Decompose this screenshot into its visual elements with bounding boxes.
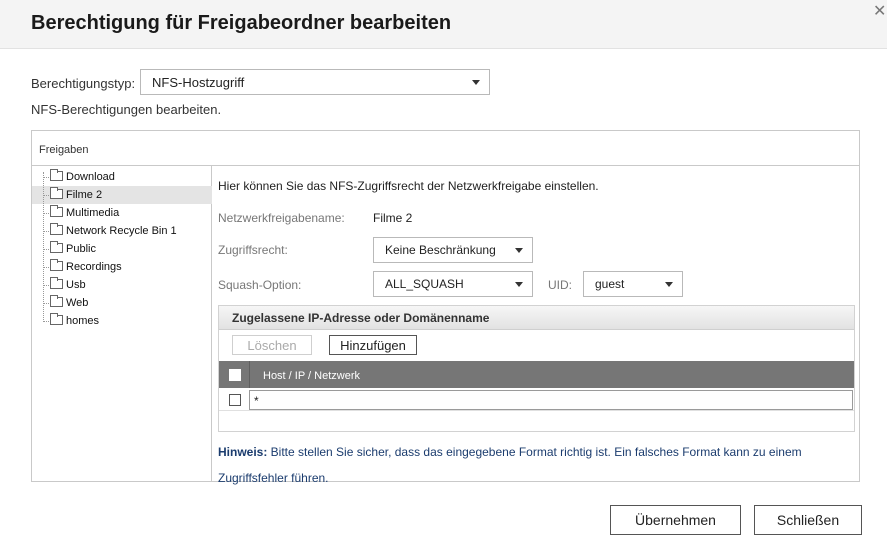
- tree-item-label: homes: [66, 315, 100, 327]
- apply-button[interactable]: Übernehmen: [610, 505, 741, 535]
- tree-item-homes[interactable]: homes: [32, 312, 212, 330]
- tree-item-filme-2[interactable]: Filme 2: [32, 186, 212, 204]
- detail-intro: Hier können Sie das NFS-Zugriffsrecht de…: [218, 179, 599, 193]
- dialog-title: Berechtigung für Freigabeordner bearbeit…: [31, 12, 452, 34]
- delete-button[interactable]: Löschen: [232, 335, 312, 355]
- tree-item-usb[interactable]: Usb: [32, 276, 212, 294]
- tree-item-download[interactable]: Download: [32, 168, 212, 186]
- folder-icon: [50, 259, 63, 271]
- add-button[interactable]: Hinzufügen: [329, 335, 417, 355]
- tree-item-label: Download: [66, 171, 115, 183]
- ip-table-header: Host / IP / Netzwerk: [219, 361, 854, 388]
- hint-prefix: Hinweis:: [218, 445, 268, 459]
- tree-item-label: Network Recycle Bin 1: [66, 225, 177, 237]
- chevron-down-icon: [665, 282, 673, 287]
- tree-item-multimedia[interactable]: Multimedia: [32, 204, 212, 222]
- ip-section-header: Zugelassene IP-Adresse oder Domänenname: [219, 306, 854, 330]
- chevron-down-icon: [515, 248, 523, 253]
- tree-connector: [43, 172, 44, 320]
- column-divider: [249, 361, 250, 388]
- folder-icon: [50, 277, 63, 289]
- folder-icon: [50, 295, 63, 307]
- folder-icon: [50, 187, 63, 199]
- uid-value: guest: [595, 277, 625, 291]
- access-right-value: Keine Beschränkung: [385, 243, 496, 257]
- host-column-header: Host / IP / Netzwerk: [263, 370, 360, 382]
- shares-panel-header: Freigaben: [32, 131, 859, 166]
- access-right-label: Zugriffsrecht:: [218, 243, 288, 257]
- folder-icon: [50, 205, 63, 217]
- close-icon[interactable]: ✕: [873, 4, 886, 20]
- page-subtitle: NFS-Berechtigungen bearbeiten.: [31, 102, 222, 117]
- tree-item-label: Filme 2: [66, 189, 103, 201]
- squash-option-label: Squash-Option:: [218, 278, 302, 292]
- tree-item-web[interactable]: Web: [32, 294, 212, 312]
- close-button[interactable]: Schließen: [754, 505, 862, 535]
- chevron-down-icon: [515, 282, 523, 287]
- chevron-down-icon: [472, 80, 480, 85]
- permission-type-select[interactable]: NFS-Hostzugriff: [140, 69, 490, 95]
- folder-icon: [50, 313, 63, 325]
- hint-line-1: Bitte stellen Sie sicher, dass das einge…: [267, 445, 802, 459]
- tree-item-public[interactable]: Public: [32, 240, 212, 258]
- squash-option-value: ALL_SQUASH: [385, 277, 464, 291]
- ip-section-title: Zugelassene IP-Adresse oder Domänenname: [232, 311, 490, 325]
- tree-item-network-recycle-bin-1[interactable]: Network Recycle Bin 1: [32, 222, 212, 240]
- table-row: *: [219, 388, 854, 411]
- folder-icon: [50, 169, 63, 181]
- folder-icon: [50, 223, 63, 235]
- row-checkbox[interactable]: [229, 394, 241, 406]
- tree-item-recordings[interactable]: Recordings: [32, 258, 212, 276]
- folder-icon: [50, 241, 63, 253]
- tree-item-label: Multimedia: [66, 207, 120, 219]
- permission-type-value: NFS-Hostzugriff: [152, 74, 245, 90]
- permission-type-label: Berechtigungstyp:: [31, 76, 136, 91]
- select-all-checkbox[interactable]: [229, 369, 241, 381]
- hint-line-2: Zugriffsfehler führen.: [218, 471, 329, 485]
- hint-text: Hinweis: Bitte stellen Sie sicher, dass …: [218, 439, 838, 491]
- shares-tree: Download Filme 2 Multimedia Network Recy…: [32, 166, 212, 481]
- tree-item-label: Public: [66, 243, 96, 255]
- host-input[interactable]: *: [249, 390, 853, 410]
- share-name-label: Netzwerkfreigabename:: [218, 211, 345, 225]
- squash-option-select[interactable]: ALL_SQUASH: [373, 271, 533, 297]
- access-right-select[interactable]: Keine Beschränkung: [373, 237, 533, 263]
- uid-select[interactable]: guest: [583, 271, 683, 297]
- tree-item-label: Web: [66, 297, 89, 309]
- share-name-value: Filme 2: [373, 211, 413, 225]
- tree-item-label: Usb: [66, 279, 86, 291]
- uid-label: UID:: [548, 278, 572, 292]
- shares-header-label: Freigaben: [39, 144, 89, 156]
- tree-item-label: Recordings: [66, 261, 122, 273]
